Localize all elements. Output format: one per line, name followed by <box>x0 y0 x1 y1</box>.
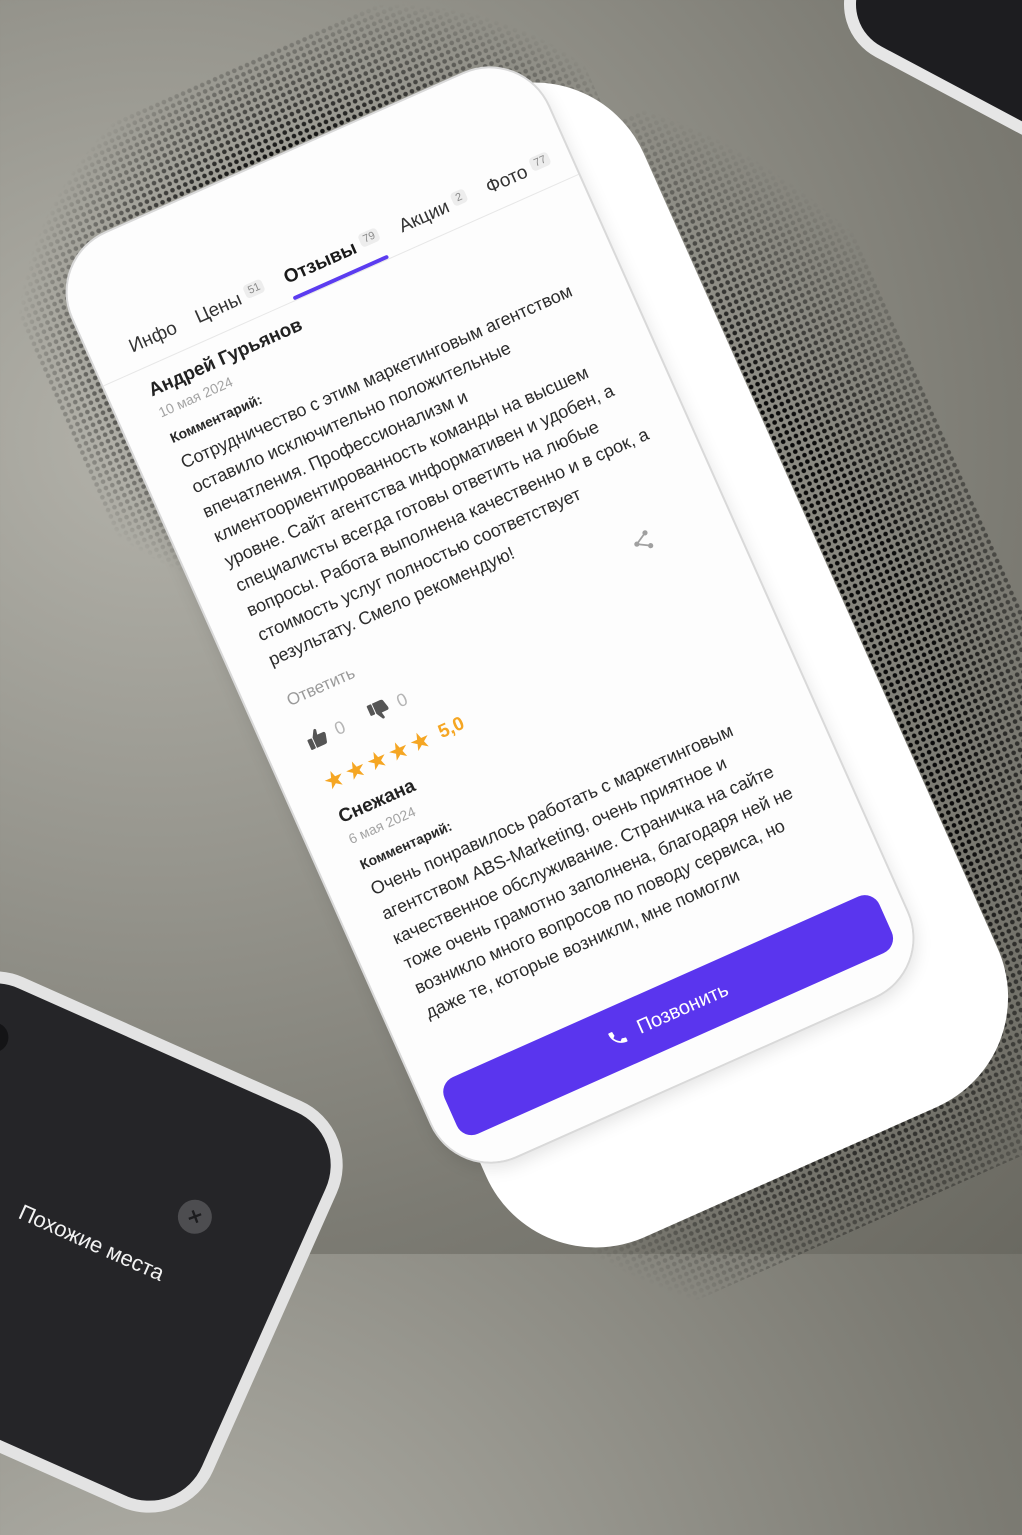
phone-icon <box>608 1032 628 1043</box>
reply-button[interactable]: Ответить <box>284 663 359 711</box>
similar-places-label: Похожие места <box>15 1199 169 1286</box>
camera-dot <box>0 1017 14 1058</box>
thumbs-up-icon <box>307 728 327 750</box>
tab-count-badge: 79 <box>357 226 382 249</box>
background-phone-top <box>822 0 1022 191</box>
tab-count-badge: 2 <box>449 188 469 207</box>
tab-count-badge: 77 <box>528 150 553 172</box>
share-icon[interactable] <box>628 527 659 561</box>
tab-info[interactable]: Инфо <box>126 318 185 368</box>
like-button[interactable]: 0 <box>301 715 349 754</box>
background-phone-bottom: × Похожие места <box>0 948 366 1535</box>
dislike-count: 0 <box>393 688 411 711</box>
tab-count-badge: 51 <box>242 278 267 300</box>
rating-value: 5,0 <box>435 713 468 743</box>
thumbs-down-icon <box>366 699 389 719</box>
like-count: 0 <box>331 716 349 739</box>
close-icon[interactable]: × <box>172 1194 218 1240</box>
dislike-button[interactable]: 0 <box>363 687 411 726</box>
